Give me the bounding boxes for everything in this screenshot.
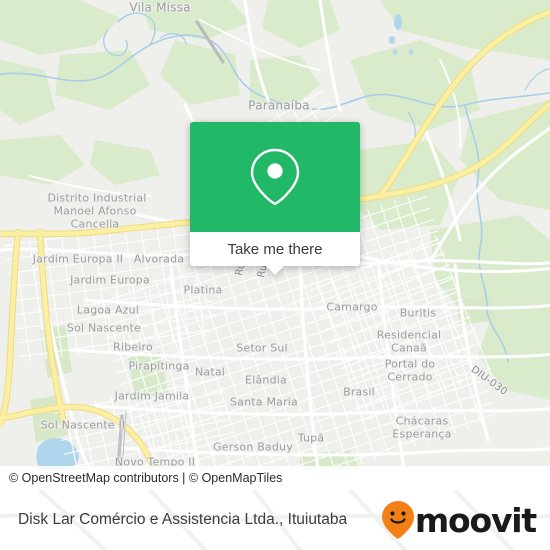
map-pin-icon (250, 148, 300, 206)
map-attribution-bar: © OpenStreetMap contributors | © OpenMap… (0, 466, 550, 490)
callout-header (190, 122, 360, 232)
take-me-there-button[interactable]: Take me there (190, 232, 360, 266)
footer-bar: Disk Lar Comércio e Assistencia Ltda., I… (0, 490, 550, 550)
moovit-wordmark: moovit (414, 500, 537, 540)
attribution-text[interactable]: © OpenStreetMap contributors | © OpenMap… (0, 471, 282, 485)
callout-tail (265, 265, 285, 275)
moovit-map-screenshot: Vila Missa Paranaíba Distrito Industrial Ma… (0, 0, 550, 550)
page-title: Disk Lar Comércio e Assistencia Ltda., I… (18, 511, 348, 528)
moovit-smiley-pin-icon (381, 501, 414, 539)
location-callout-card[interactable]: Take me there (190, 122, 360, 275)
take-me-there-label: Take me there (227, 240, 323, 258)
moovit-brand[interactable]: moovit (381, 500, 550, 540)
